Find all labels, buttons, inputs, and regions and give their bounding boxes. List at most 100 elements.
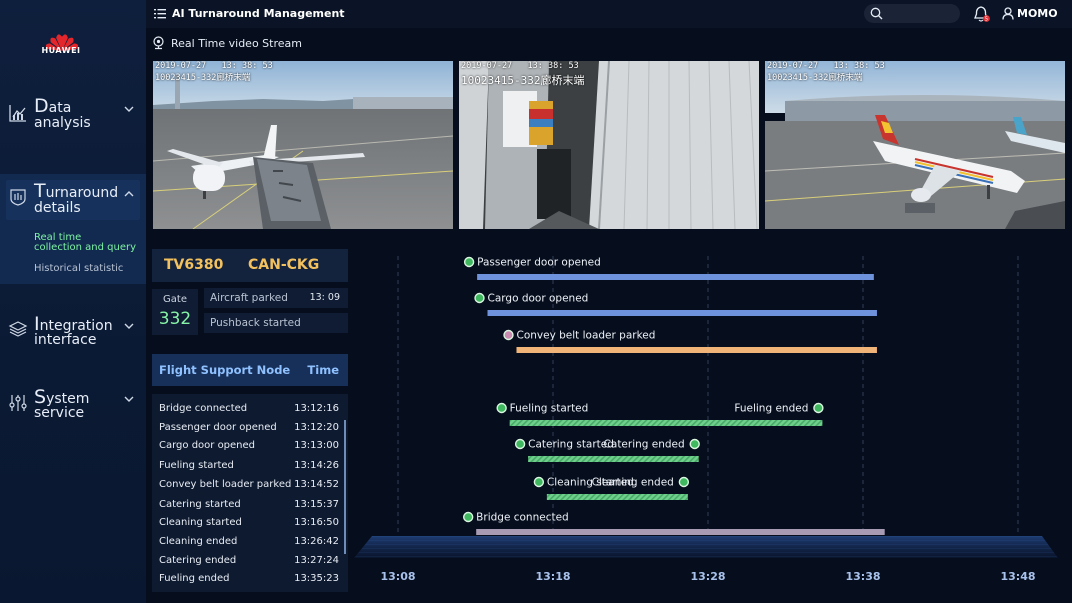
timeline-start-marker bbox=[462, 511, 474, 523]
subitem-line2: collection and query bbox=[34, 242, 137, 253]
flight-number: TV6380 bbox=[164, 257, 224, 273]
nav-subtitle: details bbox=[34, 200, 81, 216]
camera-3-timestamp: 2019-07-27 13: 38: 53 bbox=[767, 61, 885, 71]
table-row: Passenger door opened 13:12:20 bbox=[159, 422, 343, 438]
table-row: Cargo door opened 13:13:00 bbox=[159, 440, 343, 456]
node-time: 13:12:16 bbox=[294, 403, 339, 414]
timeline-bar bbox=[546, 494, 688, 500]
timeline-end-label: Cleaning ended bbox=[592, 477, 674, 489]
brand-name: HUAWEI bbox=[41, 46, 81, 55]
node-time: 13:26:42 bbox=[294, 536, 339, 547]
sidebar: HUAWEI Data analysis Turnaround details … bbox=[0, 0, 146, 603]
table-row: Catering ended 13:27:24 bbox=[159, 555, 343, 571]
table-row: Cleaning ended 13:26:42 bbox=[159, 536, 343, 552]
node-name: Passenger door opened bbox=[159, 422, 277, 433]
timeline-bar bbox=[528, 456, 699, 462]
flight-info: TV6380 CAN-CKG bbox=[152, 249, 348, 282]
camera-feed-2[interactable]: 2019-07-27 13: 38: 53 10023415-332廊桥末端 bbox=[459, 61, 759, 229]
node-time: 13:16:50 bbox=[294, 517, 339, 528]
node-name: Fueling started bbox=[159, 460, 234, 471]
timeline-start-label: Bridge connected bbox=[476, 512, 569, 524]
nav-title: ata bbox=[48, 100, 72, 116]
node-time: 13:14:26 bbox=[294, 460, 339, 471]
support-title: Flight Support Node bbox=[159, 363, 291, 377]
bell-icon[interactable]: 5 bbox=[974, 5, 990, 23]
sidebar-item-integration-interface[interactable]: Integration interface bbox=[0, 314, 146, 358]
node-time: 13:14:52 bbox=[294, 479, 339, 490]
video-title: Real Time video Stream bbox=[171, 37, 302, 50]
timeline-bar bbox=[476, 529, 885, 535]
support-time-header: Time bbox=[307, 363, 339, 377]
flight-route: CAN-CKG bbox=[248, 257, 320, 273]
camera-3-image bbox=[765, 61, 1065, 229]
camera-1-image bbox=[153, 61, 453, 229]
notification-count: 5 bbox=[985, 16, 988, 22]
sidebar-subitem-historical[interactable]: Historical statistic bbox=[34, 264, 123, 274]
node-name: Fueling ended bbox=[159, 573, 230, 584]
status-label: Pushback started bbox=[210, 317, 301, 329]
turnaround-timeline: Passenger door opened Cargo door opened Co… bbox=[354, 256, 1058, 583]
nav-cap: T bbox=[34, 180, 46, 202]
timeline-start-marker bbox=[514, 438, 526, 450]
timeline-start-label: Catering started bbox=[528, 439, 614, 451]
timeline-tick-label: 13:18 bbox=[535, 570, 570, 583]
status-aircraft-parked: Aircraft parked 13: 09 bbox=[204, 288, 348, 308]
sidebar-item-data-analysis[interactable]: Data analysis bbox=[0, 96, 146, 140]
camera-1-label: 10023415-332廊桥末端 bbox=[155, 73, 251, 83]
table-row: Fueling started 13:14:26 bbox=[159, 460, 343, 476]
chevron-down-icon bbox=[124, 396, 134, 402]
node-name: Bridge connected bbox=[159, 403, 248, 414]
chevron-down-icon bbox=[124, 323, 134, 329]
camera-feed-3[interactable]: 2019-07-27 13: 38: 53 10023415-332廊桥末端 bbox=[765, 61, 1065, 229]
nav-cap: D bbox=[34, 95, 49, 117]
timeline-start-label: Passenger door opened bbox=[477, 257, 601, 269]
timeline-end-marker bbox=[678, 476, 690, 488]
timeline-end-label: Catering ended bbox=[604, 439, 685, 451]
support-table: Bridge connected 13:12:16 Passenger door … bbox=[152, 394, 348, 592]
layers-icon bbox=[8, 321, 28, 337]
status-time: 13: 09 bbox=[309, 292, 340, 303]
timeline-tick-label: 13:38 bbox=[845, 570, 880, 583]
status-label: Aircraft parked bbox=[210, 292, 288, 304]
timeline-bar bbox=[509, 420, 823, 426]
node-name: Cleaning started bbox=[159, 517, 242, 528]
node-time: 13:35:23 bbox=[294, 573, 339, 584]
nav-subtitle: interface bbox=[34, 332, 97, 348]
chevron-down-icon bbox=[124, 106, 134, 112]
timeline-tick-label: 13:48 bbox=[1000, 570, 1035, 583]
timeline-start-label: Cargo door opened bbox=[488, 293, 589, 305]
timeline-start-marker bbox=[503, 329, 514, 341]
gate-box: Gate 332 bbox=[152, 289, 198, 335]
user-icon[interactable] bbox=[1002, 7, 1014, 20]
timeline-tick-label: 13:08 bbox=[380, 570, 415, 583]
timeline-floor-grid bbox=[354, 536, 1058, 558]
camera-feed-1[interactable]: 2019-07-27 13: 38: 53 10023415-332廊桥末端 bbox=[153, 61, 453, 229]
sliders-icon bbox=[9, 395, 27, 411]
status-pushback-started: Pushback started bbox=[204, 313, 348, 333]
gate-number: 332 bbox=[158, 309, 192, 329]
timeline-end-marker bbox=[813, 402, 824, 414]
timeline-bars: Passenger door opened Cargo door opened Co… bbox=[462, 257, 885, 535]
timeline-start-marker bbox=[533, 476, 545, 488]
sidebar-item-system-service[interactable]: System service bbox=[0, 387, 146, 431]
timeline-axis: 13:08 13:18 13:28 13:38 13:48 bbox=[380, 570, 1035, 583]
timeline-bar bbox=[516, 347, 877, 353]
app-title: AI Turnaround Management bbox=[172, 7, 345, 20]
camera-3-label: 10023415-332廊桥末端 bbox=[767, 73, 863, 83]
user-name[interactable]: MOMO bbox=[1017, 7, 1058, 20]
support-scrollbar[interactable] bbox=[344, 420, 346, 554]
table-row: Bridge connected 13:12:16 bbox=[159, 403, 343, 419]
camera-1-timestamp: 2019-07-27 13: 38: 53 bbox=[155, 61, 273, 71]
timeline-tick-label: 13:28 bbox=[690, 570, 725, 583]
search-input[interactable] bbox=[864, 4, 960, 23]
timeline-start-marker bbox=[496, 402, 507, 414]
menu-icon[interactable] bbox=[154, 8, 166, 19]
timeline-start-label: Convey belt loader parked bbox=[516, 330, 655, 342]
node-time: 13:27:24 bbox=[294, 555, 339, 566]
camera-icon bbox=[153, 36, 164, 50]
table-row: Convey belt loader parked 13:14:52 bbox=[159, 479, 343, 495]
camera-2-label: 10023415-332廊桥末端 bbox=[461, 74, 585, 87]
table-row: Cleaning started 13:16:50 bbox=[159, 517, 343, 533]
node-time: 13:12:20 bbox=[294, 422, 339, 433]
support-table-header: Flight Support Node Time bbox=[152, 354, 348, 386]
